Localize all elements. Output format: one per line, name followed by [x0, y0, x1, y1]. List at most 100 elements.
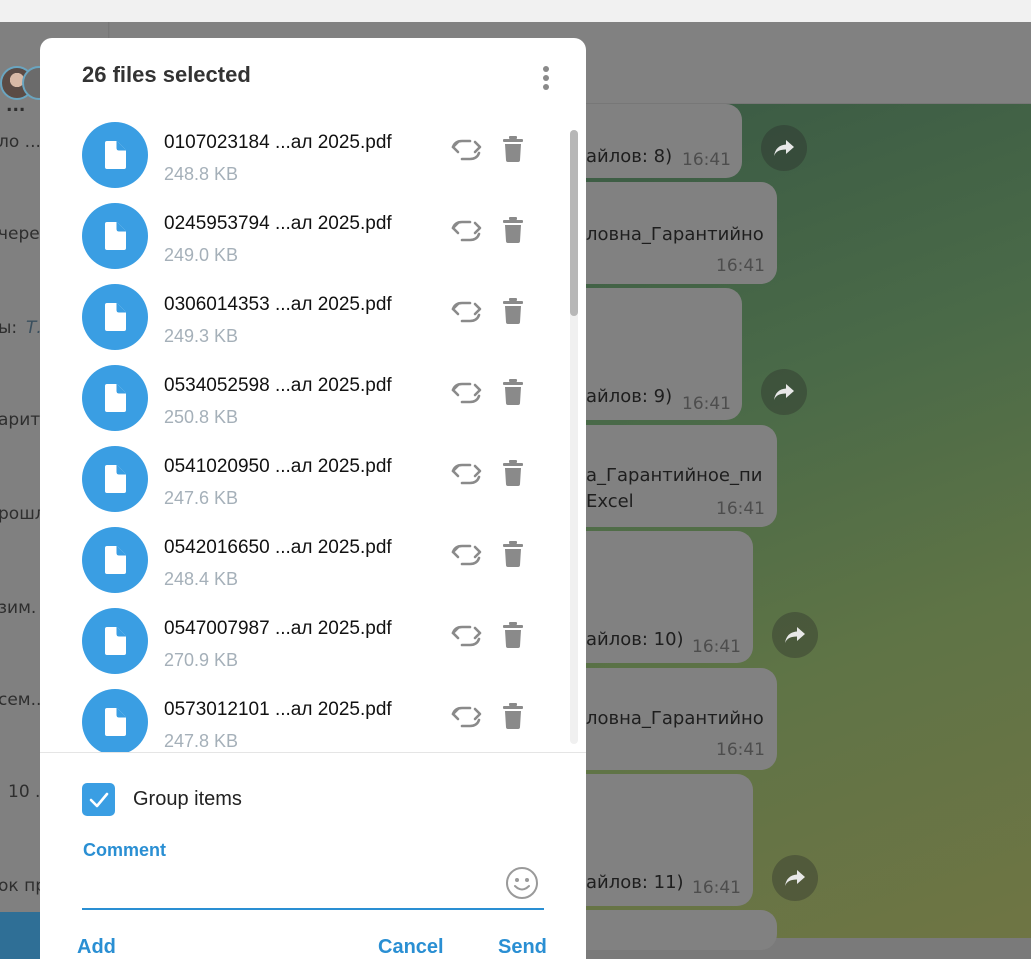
- file-name: 0534052598 ...ал 2025.pdf: [164, 375, 392, 396]
- message-text: айлов: 11): [586, 872, 684, 893]
- replace-icon[interactable]: [450, 217, 482, 245]
- emoji-icon[interactable]: [505, 866, 539, 900]
- message-bubble[interactable]: а_Гарантийное_пи Excel 16:41: [560, 425, 777, 527]
- comment-input[interactable]: [82, 870, 544, 910]
- file-icon: [82, 608, 148, 674]
- file-item[interactable]: 0306014353 ...ал 2025.pdf 249.3 KB: [82, 284, 542, 365]
- message-bubble[interactable]: айлов: 11) 16:41: [560, 774, 753, 906]
- forward-icon[interactable]: [761, 369, 807, 415]
- file-name: 0547007987 ...ал 2025.pdf: [164, 618, 392, 639]
- file-item[interactable]: 0541020950 ...ал 2025.pdf 247.6 KB: [82, 446, 542, 527]
- window-top-bar: [0, 0, 1031, 22]
- replace-icon[interactable]: [450, 379, 482, 407]
- group-items-label[interactable]: Group items: [133, 788, 242, 811]
- file-size: 247.8 KB: [164, 731, 239, 751]
- file-name: 0541020950 ...ал 2025.pdf: [164, 456, 392, 477]
- replace-icon[interactable]: [450, 622, 482, 650]
- group-items-checkbox[interactable]: [82, 783, 115, 816]
- message-time: 16:41: [692, 637, 741, 657]
- replace-icon[interactable]: [450, 703, 482, 731]
- trash-icon[interactable]: [502, 298, 524, 324]
- message-text: а_Гарантийное_пи: [586, 465, 763, 486]
- more-vertical-icon[interactable]: [538, 64, 554, 92]
- replace-icon[interactable]: [450, 136, 482, 164]
- message-time: 16:41: [682, 150, 731, 170]
- message-text: айлов: 9): [586, 386, 673, 407]
- dialog-title: 26 files selected: [82, 62, 251, 87]
- file-list[interactable]: 0107023184 ...ал 2025.pdf 248.8 KB 02459…: [40, 120, 586, 752]
- replace-icon[interactable]: [450, 541, 482, 569]
- file-icon: [82, 527, 148, 593]
- chat-snippet: рошл: [0, 504, 46, 524]
- file-name: 0245953794 ...ал 2025.pdf: [164, 213, 392, 234]
- chat-snippet: чере: [0, 224, 40, 244]
- file-name: 0542016650 ...ал 2025.pdf: [164, 537, 392, 558]
- message-time: 16:41: [716, 256, 765, 276]
- file-size: 249.3 KB: [164, 326, 239, 346]
- file-item[interactable]: 0107023184 ...ал 2025.pdf 248.8 KB: [82, 122, 542, 203]
- chat-snippet: арит.: [0, 410, 46, 430]
- file-item[interactable]: 0573012101 ...ал 2025.pdf 247.8 KB: [82, 689, 542, 752]
- chat-snippet: ы:: [0, 318, 18, 338]
- forward-icon[interactable]: [761, 125, 807, 171]
- forward-icon[interactable]: [772, 855, 818, 901]
- file-item[interactable]: 0534052598 ...ал 2025.pdf 250.8 KB: [82, 365, 542, 446]
- file-icon: [82, 203, 148, 269]
- comment-label: Comment: [83, 840, 167, 860]
- replace-icon[interactable]: [450, 460, 482, 488]
- trash-icon[interactable]: [502, 541, 524, 567]
- message-time: 16:41: [716, 740, 765, 760]
- trash-icon[interactable]: [502, 379, 524, 405]
- message-bubble[interactable]: [560, 910, 777, 950]
- file-item[interactable]: 0547007987 ...ал 2025.pdf 270.9 KB: [82, 608, 542, 689]
- file-name: 0573012101 ...ал 2025.pdf: [164, 699, 392, 720]
- message-bubble[interactable]: ловна_Гарантийно 16:41: [560, 182, 777, 284]
- chat-snippet: ...: [6, 96, 26, 116]
- chat-snippet: ло ...: [0, 132, 41, 152]
- message-time: 16:41: [692, 878, 741, 898]
- scrollbar-thumb[interactable]: [570, 130, 578, 316]
- message-bubble[interactable]: айлов: 10) 16:41: [560, 531, 753, 663]
- trash-icon[interactable]: [502, 460, 524, 486]
- file-icon: [82, 689, 148, 752]
- file-name: 0306014353 ...ал 2025.pdf: [164, 294, 392, 315]
- checkmark-icon: [89, 792, 108, 807]
- chat-snippet: сем..: [0, 690, 42, 710]
- message-time: 16:41: [716, 499, 765, 519]
- send-button[interactable]: Send: [498, 936, 547, 959]
- file-size: 249.0 KB: [164, 245, 239, 265]
- message-bubble[interactable]: ловна_Гарантийно 16:41: [560, 668, 777, 770]
- scrollbar[interactable]: [570, 130, 578, 744]
- file-name: 0107023184 ...ал 2025.pdf: [164, 132, 392, 153]
- file-item[interactable]: 0245953794 ...ал 2025.pdf 249.0 KB: [82, 203, 542, 284]
- file-icon: [82, 446, 148, 512]
- file-icon: [82, 284, 148, 350]
- file-item[interactable]: 0542016650 ...ал 2025.pdf 248.4 KB: [82, 527, 542, 608]
- message-bubble[interactable]: айлов: 9) 16:41: [560, 288, 742, 420]
- trash-icon[interactable]: [502, 703, 524, 729]
- message-text: Excel: [586, 491, 634, 512]
- file-size: 270.9 KB: [164, 650, 239, 670]
- message-bubble[interactable]: айлов: 8) 16:41: [560, 104, 742, 178]
- compose-button[interactable]: [0, 912, 44, 959]
- comment-underline: [82, 908, 544, 910]
- message-text: ловна_Гарантийно: [586, 708, 764, 729]
- message-time: 16:41: [682, 394, 731, 414]
- file-size: 247.6 KB: [164, 488, 239, 508]
- cancel-button[interactable]: Cancel: [378, 936, 444, 959]
- message-text: айлов: 8): [586, 146, 673, 167]
- forward-icon[interactable]: [772, 612, 818, 658]
- file-size: 250.8 KB: [164, 407, 239, 427]
- divider: [40, 752, 586, 753]
- file-icon: [82, 365, 148, 431]
- file-size: 248.8 KB: [164, 164, 239, 184]
- trash-icon[interactable]: [502, 622, 524, 648]
- replace-icon[interactable]: [450, 298, 482, 326]
- trash-icon[interactable]: [502, 217, 524, 243]
- message-text: ловна_Гарантийно: [586, 224, 764, 245]
- send-files-dialog: 26 files selected 0107023184 ...ал 2025.…: [40, 38, 586, 959]
- chat-snippet: зим.: [0, 598, 37, 618]
- trash-icon[interactable]: [502, 136, 524, 162]
- add-button[interactable]: Add: [77, 936, 116, 959]
- file-icon: [82, 122, 148, 188]
